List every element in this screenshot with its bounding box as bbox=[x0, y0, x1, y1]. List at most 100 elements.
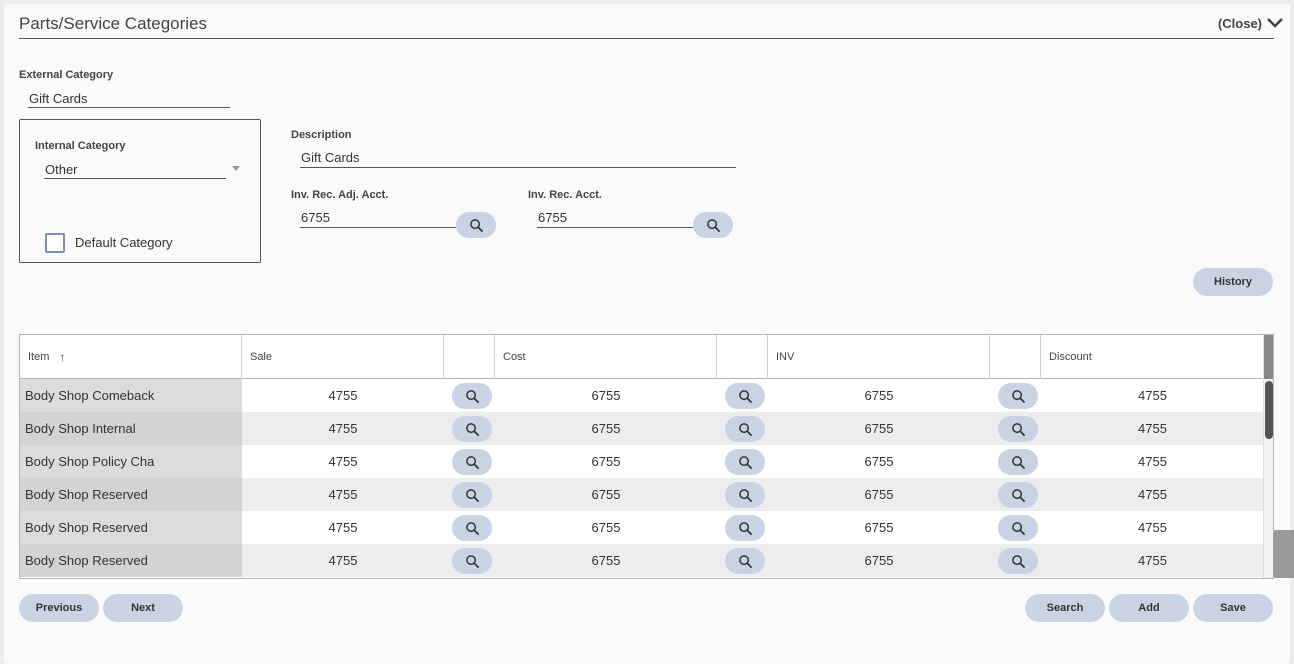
cell-sale[interactable]: 4755 bbox=[242, 379, 444, 412]
internal-category-select[interactable]: Other bbox=[45, 162, 78, 177]
search-icon bbox=[738, 455, 752, 469]
parts-service-categories-panel: Parts/Service Categories (Close) Externa… bbox=[4, 4, 1294, 664]
history-button[interactable]: History bbox=[1193, 268, 1273, 296]
cost-search-button[interactable] bbox=[725, 416, 765, 442]
cell-item[interactable]: Body Shop Internal bbox=[20, 412, 242, 445]
cell-inv[interactable]: 6755 bbox=[768, 544, 990, 577]
panel-title: Parts/Service Categories bbox=[19, 14, 208, 33]
cell-inv[interactable]: 6755 bbox=[768, 511, 990, 544]
sale-search-button[interactable] bbox=[452, 383, 492, 409]
cell-item[interactable]: Body Shop Reserved bbox=[20, 511, 242, 544]
default-category-checkbox[interactable] bbox=[45, 233, 65, 253]
cell-inv[interactable]: 6755 bbox=[768, 478, 990, 511]
sale-search-button[interactable] bbox=[452, 449, 492, 475]
cell-cost[interactable]: 6755 bbox=[495, 478, 717, 511]
internal-category-underline bbox=[44, 178, 226, 179]
previous-button[interactable]: Previous bbox=[19, 594, 99, 622]
inv-rec-adj-acct-search-button[interactable] bbox=[456, 212, 496, 238]
search-icon bbox=[738, 521, 752, 535]
inv-rec-acct-search-button[interactable] bbox=[693, 212, 733, 238]
inv-search-button[interactable] bbox=[998, 548, 1038, 574]
search-icon bbox=[706, 218, 720, 232]
cell-cost[interactable]: 6755 bbox=[495, 511, 717, 544]
next-button[interactable]: Next bbox=[103, 594, 183, 622]
column-header-item[interactable]: Item ↑ bbox=[20, 335, 242, 379]
sort-up-icon[interactable]: ↑ bbox=[59, 350, 65, 364]
search-button[interactable]: Search bbox=[1025, 594, 1105, 622]
cell-discount[interactable]: 4755 bbox=[1041, 412, 1264, 445]
cell-item[interactable]: Body Shop Reserved bbox=[20, 478, 242, 511]
external-category-input[interactable]: Gift Cards bbox=[29, 91, 88, 106]
cell-sale[interactable]: 4755 bbox=[242, 544, 444, 577]
cell-discount[interactable]: 4755 bbox=[1041, 445, 1264, 478]
search-icon bbox=[465, 488, 479, 502]
cell-inv[interactable]: 6755 bbox=[768, 412, 990, 445]
side-panel-tab[interactable] bbox=[1273, 530, 1294, 578]
table-row[interactable]: Body Shop Policy Cha 4755 6755 6755 4755 bbox=[20, 445, 1264, 478]
cell-sale[interactable]: 4755 bbox=[242, 511, 444, 544]
cell-sale[interactable]: 4755 bbox=[242, 445, 444, 478]
table-row[interactable]: Body Shop Comeback 4755 6755 6755 4755 bbox=[20, 379, 1264, 412]
cell-item[interactable]: Body Shop Comeback bbox=[20, 379, 242, 412]
cell-discount[interactable]: 4755 bbox=[1041, 544, 1264, 577]
close-link[interactable]: (Close) bbox=[1218, 16, 1262, 31]
column-header-inv-lookup bbox=[990, 335, 1041, 379]
inv-rec-acct-underline bbox=[537, 227, 693, 228]
sale-search-button[interactable] bbox=[452, 548, 492, 574]
description-input[interactable]: Gift Cards bbox=[301, 150, 360, 165]
cost-search-button[interactable] bbox=[725, 383, 765, 409]
sale-search-button[interactable] bbox=[452, 416, 492, 442]
search-icon bbox=[1011, 488, 1025, 502]
table-row[interactable]: Body Shop Reserved 4755 6755 6755 4755 bbox=[20, 511, 1264, 544]
cost-search-button[interactable] bbox=[725, 548, 765, 574]
search-icon bbox=[738, 389, 752, 403]
chevron-down-icon[interactable] bbox=[1264, 14, 1286, 32]
inv-rec-adj-acct-input[interactable]: 6755 bbox=[301, 210, 330, 225]
cell-discount[interactable]: 4755 bbox=[1041, 379, 1264, 412]
sale-search-button[interactable] bbox=[452, 515, 492, 541]
inv-search-button[interactable] bbox=[998, 449, 1038, 475]
cell-item[interactable]: Body Shop Policy Cha bbox=[20, 445, 242, 478]
search-icon bbox=[1011, 455, 1025, 469]
inv-rec-acct-input[interactable]: 6755 bbox=[538, 210, 567, 225]
search-icon bbox=[738, 488, 752, 502]
cell-item[interactable]: Body Shop Reserved bbox=[20, 544, 242, 577]
cost-search-button[interactable] bbox=[725, 482, 765, 508]
cell-cost[interactable]: 6755 bbox=[495, 379, 717, 412]
cell-cost[interactable]: 6755 bbox=[495, 544, 717, 577]
add-button[interactable]: Add bbox=[1109, 594, 1189, 622]
search-icon bbox=[465, 455, 479, 469]
grid-scrollbar[interactable] bbox=[1263, 335, 1273, 578]
categories-grid: Item ↑ Sale Cost INV Discount Body Shop … bbox=[19, 334, 1274, 579]
column-header-inv[interactable]: INV bbox=[768, 335, 990, 379]
inv-search-button[interactable] bbox=[998, 416, 1038, 442]
description-underline bbox=[300, 167, 736, 168]
cell-discount[interactable]: 4755 bbox=[1041, 478, 1264, 511]
scrollbar-thumb[interactable] bbox=[1265, 381, 1273, 439]
column-header-discount[interactable]: Discount bbox=[1041, 335, 1264, 379]
scrollbar-header bbox=[1264, 335, 1273, 379]
caret-down-icon[interactable] bbox=[232, 166, 240, 171]
table-row[interactable]: Body Shop Internal 4755 6755 6755 4755 bbox=[20, 412, 1264, 445]
cost-search-button[interactable] bbox=[725, 515, 765, 541]
column-header-cost[interactable]: Cost bbox=[495, 335, 717, 379]
column-header-cost-lookup bbox=[717, 335, 768, 379]
cell-sale[interactable]: 4755 bbox=[242, 412, 444, 445]
grid-header: Item ↑ Sale Cost INV Discount bbox=[20, 335, 1264, 379]
table-row[interactable]: Body Shop Reserved 4755 6755 6755 4755 bbox=[20, 478, 1264, 511]
cell-inv[interactable]: 6755 bbox=[768, 379, 990, 412]
inv-search-button[interactable] bbox=[998, 482, 1038, 508]
sale-search-button[interactable] bbox=[452, 482, 492, 508]
cell-cost[interactable]: 6755 bbox=[495, 412, 717, 445]
cell-cost[interactable]: 6755 bbox=[495, 445, 717, 478]
internal-category-label: Internal Category bbox=[35, 140, 126, 152]
column-header-sale[interactable]: Sale bbox=[242, 335, 444, 379]
cost-search-button[interactable] bbox=[725, 449, 765, 475]
inv-search-button[interactable] bbox=[998, 383, 1038, 409]
save-button[interactable]: Save bbox=[1193, 594, 1273, 622]
inv-search-button[interactable] bbox=[998, 515, 1038, 541]
cell-inv[interactable]: 6755 bbox=[768, 445, 990, 478]
table-row[interactable]: Body Shop Reserved 4755 6755 6755 4755 bbox=[20, 544, 1264, 577]
cell-discount[interactable]: 4755 bbox=[1041, 511, 1264, 544]
cell-sale[interactable]: 4755 bbox=[242, 478, 444, 511]
